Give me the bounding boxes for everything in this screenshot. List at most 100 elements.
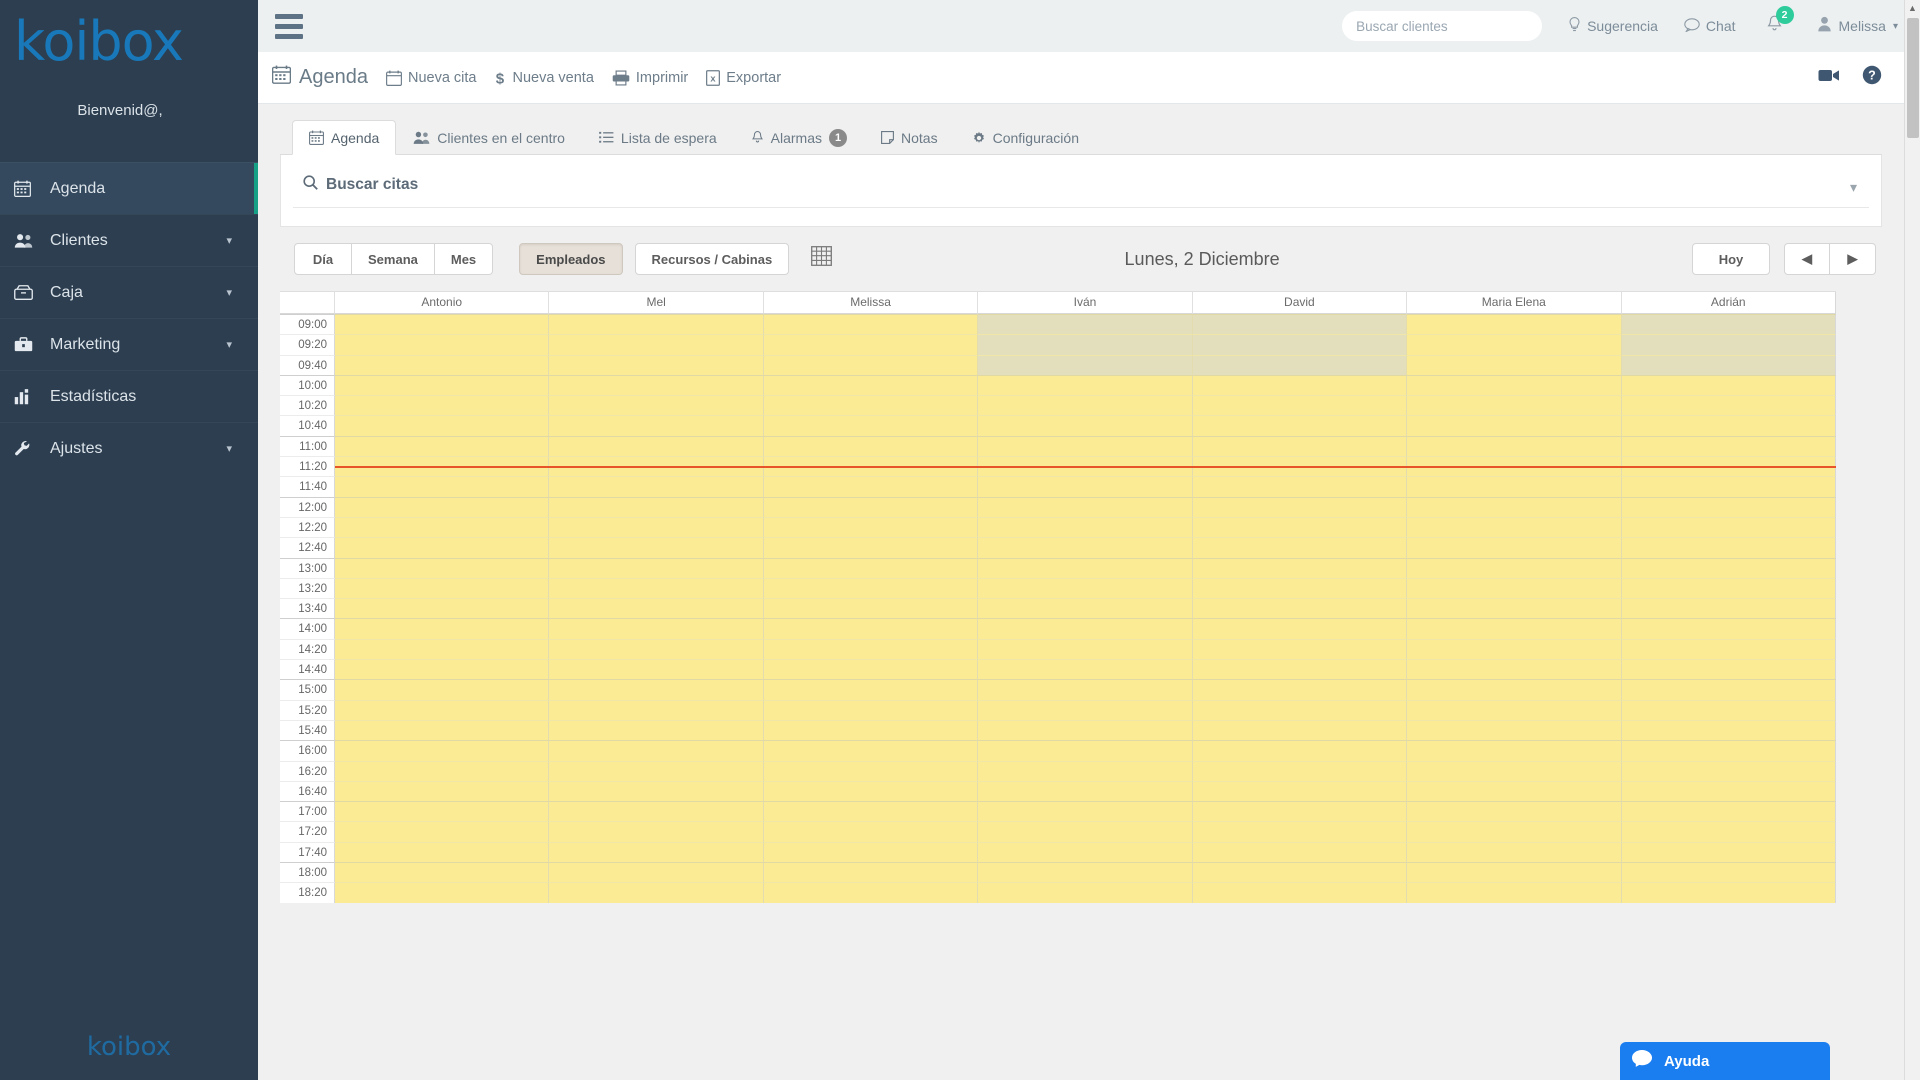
calendar-slot[interactable] [1621,760,1836,781]
calendar-slot[interactable] [763,638,979,660]
calendar-slot[interactable] [549,618,764,639]
sidebar-item-ajustes[interactable]: Ajustes ▾ [0,422,258,474]
calendar-slot[interactable] [1407,679,1622,700]
calendar-slot[interactable] [763,780,979,802]
calendar-slot[interactable] [1192,577,1408,599]
calendar-slot[interactable] [1407,882,1622,903]
calendar-slot-blocked[interactable] [1621,334,1836,355]
tab-configuraci-n[interactable]: Configuración [955,120,1096,155]
user-menu[interactable]: Melissa ▾ [1817,16,1898,37]
search-citas-label[interactable]: Buscar citas [281,155,418,195]
calendar-slot[interactable] [978,719,1193,741]
calendar-slot[interactable] [763,801,979,822]
calendar-slot[interactable] [1192,760,1408,781]
sidebar-item-clientes[interactable]: Clientes ▾ [0,214,258,266]
calendar-slot[interactable] [1192,719,1408,741]
calendar-slot[interactable] [335,699,550,720]
action-nueva-venta[interactable]: $ Nueva venta [494,70,594,86]
calendar-slot[interactable] [1621,435,1836,457]
calendar-slot[interactable] [1192,780,1408,802]
calendar-slot[interactable] [1621,577,1836,599]
calendar-slot[interactable] [549,659,764,680]
tab-alarmas[interactable]: Alarmas 1 [734,120,864,155]
calendar-slot[interactable] [763,334,979,355]
calendar-slot[interactable] [1407,496,1622,517]
calendar-slot[interactable] [763,618,979,639]
calendar-slot[interactable] [1407,862,1622,883]
calendar-slot[interactable] [1407,435,1622,457]
calendar-slot[interactable] [763,862,979,883]
calendar-slot[interactable] [1621,516,1836,538]
calendar-slot[interactable] [978,780,1193,802]
calendar-slot[interactable] [1621,537,1836,558]
today-button[interactable]: Hoy [1692,243,1770,275]
calendar-slot[interactable] [1192,740,1408,761]
calendar-slot[interactable] [335,598,550,619]
calendar-slot[interactable] [763,577,979,599]
suggestion-link[interactable]: Sugerencia [1568,17,1658,35]
calendar-slot[interactable] [1192,679,1408,700]
calendar-slot[interactable] [335,780,550,802]
calendar-slot-blocked[interactable] [1621,354,1836,375]
calendar-slot-blocked[interactable] [1621,314,1836,335]
calendar-slot[interactable] [763,496,979,517]
prev-day-button[interactable]: ◀ [1784,243,1830,275]
calendar-slot[interactable] [335,821,550,842]
calendar-slot[interactable] [335,719,550,741]
calendar-slot[interactable] [549,516,764,538]
calendar-slot[interactable] [335,841,550,863]
calendar-slot[interactable] [1621,638,1836,660]
calendar-slot[interactable] [1407,557,1622,578]
calendar-slot[interactable] [1192,821,1408,842]
calendar-slot[interactable] [978,435,1193,457]
calendar-slot[interactable] [978,821,1193,842]
calendar-slot[interactable] [335,679,550,700]
calendar-slot[interactable] [1407,719,1622,741]
calendar-slot[interactable] [1192,557,1408,578]
calendar-slot[interactable] [978,618,1193,639]
calendar-slot[interactable] [1192,435,1408,457]
view-button-da[interactable]: Día [294,243,352,275]
calendar-slot[interactable] [1192,598,1408,619]
calendar-slot[interactable] [335,862,550,883]
calendar-slot[interactable] [978,598,1193,619]
calendar-slot[interactable] [1192,801,1408,822]
calendar-slot[interactable] [1621,821,1836,842]
calendar-slot[interactable] [1621,882,1836,903]
calendar-slot[interactable] [1192,415,1408,436]
calendar-slot[interactable] [1192,841,1408,863]
calendar-slot[interactable] [763,882,979,903]
calendar-slot[interactable] [1407,577,1622,599]
calendar-slot[interactable] [763,719,979,741]
calendar-slot[interactable] [549,760,764,781]
calendar-slot[interactable] [549,841,764,863]
chevron-down-icon[interactable]: ▾ [1850,179,1857,196]
calendar-slot[interactable] [1621,395,1836,416]
calendar-slot[interactable] [1407,334,1622,355]
calendar-slot[interactable] [335,395,550,416]
calendar-slot[interactable] [763,841,979,863]
calendar-slot[interactable] [549,476,764,497]
calendar-slot[interactable] [549,415,764,436]
calendar-slot[interactable] [335,638,550,660]
calendar-slot[interactable] [335,476,550,497]
calendar-slot[interactable] [1192,699,1408,720]
calendar-slot[interactable] [549,780,764,802]
client-search-input[interactable] [1342,11,1543,41]
calendar-slot[interactable] [763,354,979,375]
calendar-slot[interactable] [763,314,979,335]
mode-button-empleados[interactable]: Empleados [519,243,623,275]
action-imprimir[interactable]: Imprimir [612,70,688,86]
tab-agenda[interactable]: Agenda [292,120,397,155]
calendar-slot[interactable] [549,374,764,396]
calendar-slot[interactable] [1407,516,1622,538]
action-exportar[interactable]: x Exportar [706,70,781,86]
calendar-slot[interactable] [1192,516,1408,538]
next-day-button[interactable]: ▶ [1830,243,1876,275]
calendar-slot[interactable] [763,760,979,781]
calendar-slot[interactable] [1621,740,1836,761]
calendar-slot[interactable] [1407,659,1622,680]
calendar-slot[interactable] [763,659,979,680]
calendar-slot[interactable] [549,598,764,619]
video-camera-icon[interactable] [1818,67,1840,89]
